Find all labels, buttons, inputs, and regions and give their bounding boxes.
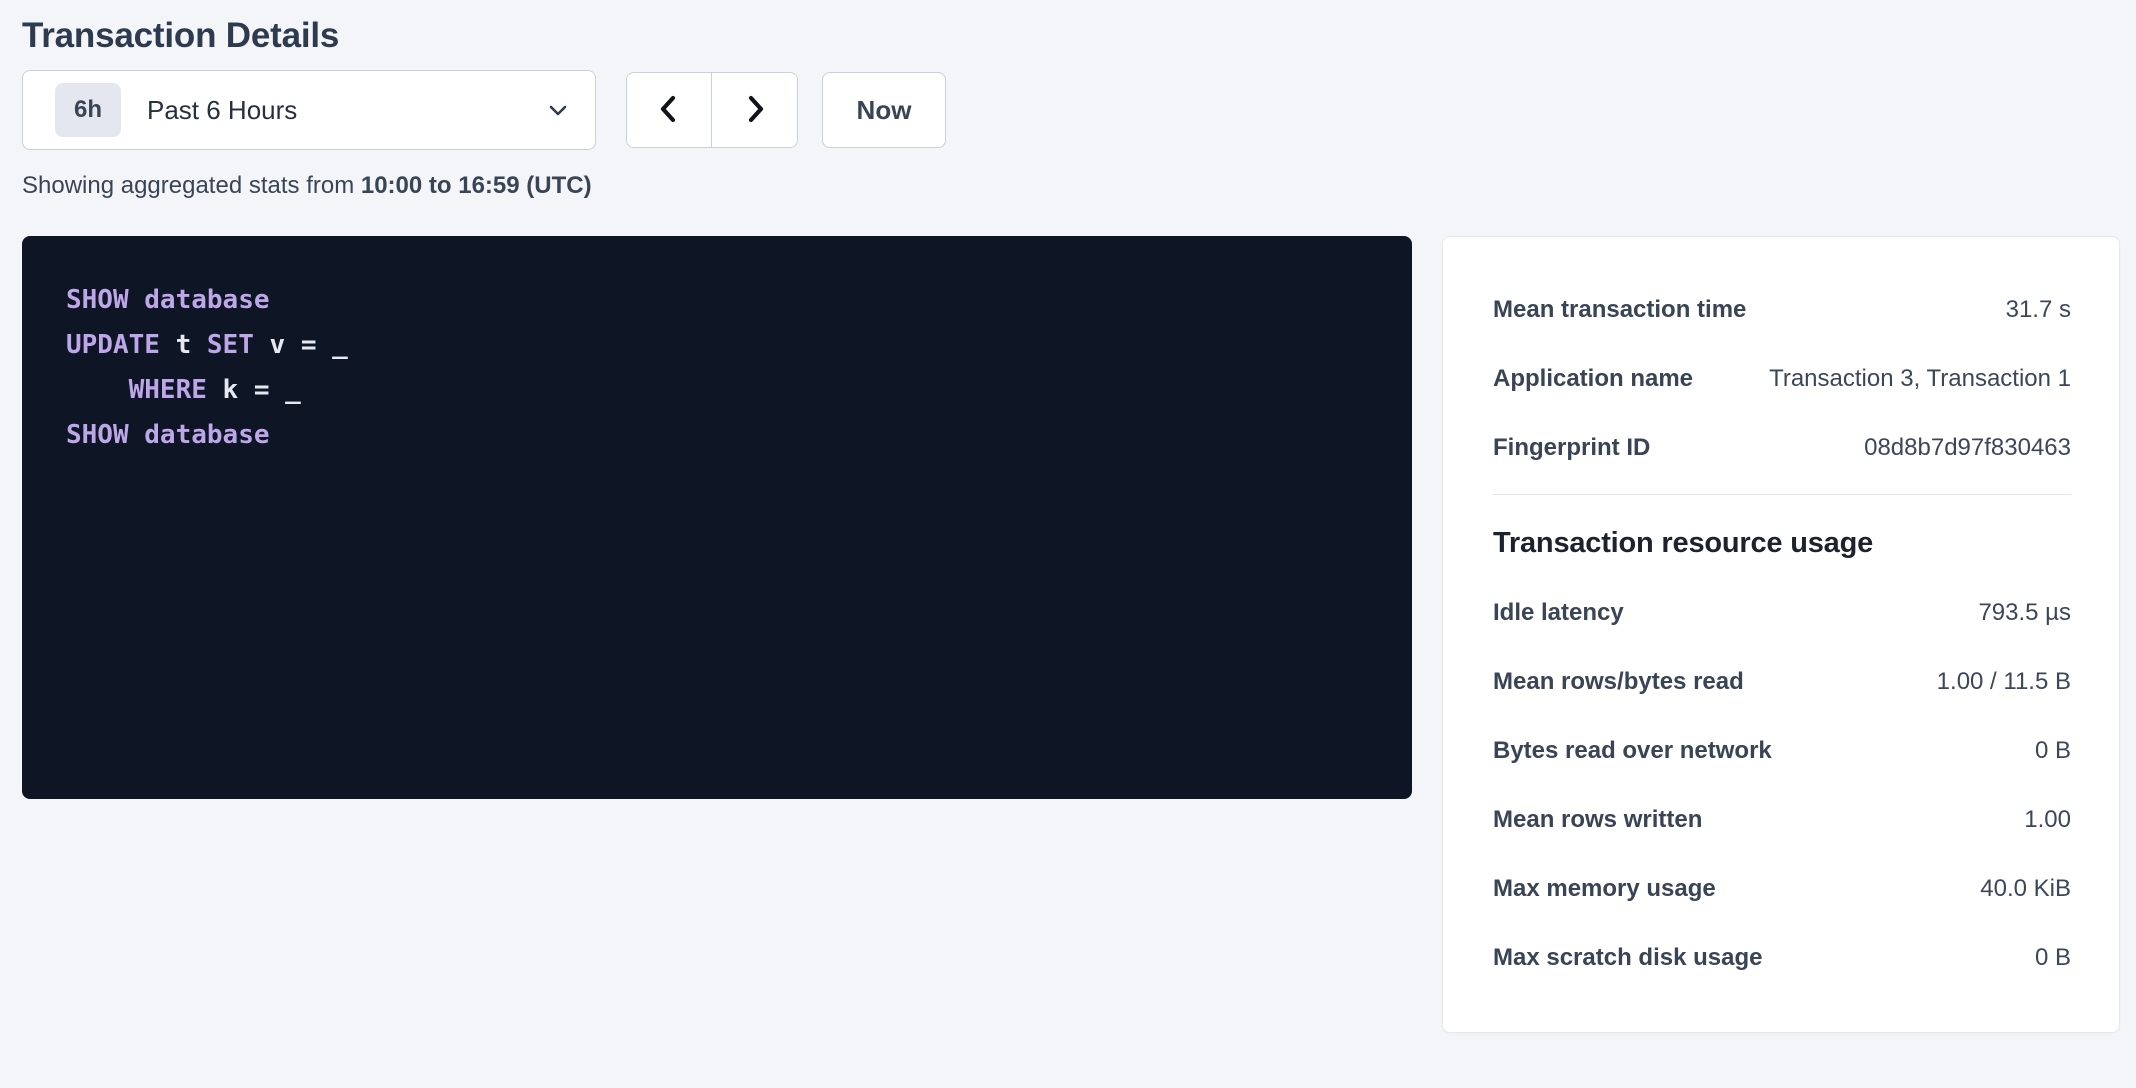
stat-value: 31.7 s: [2006, 296, 2071, 324]
stat-row: Max memory usage 40.0 KiB: [1493, 866, 2071, 911]
stat-value: 793.5 µs: [1978, 599, 2071, 627]
stat-label: Mean rows/bytes read: [1493, 668, 1744, 696]
stat-row: Max scratch disk usage 0 B: [1493, 935, 2071, 980]
stat-value: 0 B: [2035, 944, 2071, 972]
stat-row: Mean rows/bytes read 1.00 / 11.5 B: [1493, 659, 2071, 704]
chevron-left-icon: [654, 92, 684, 129]
stat-row: Application name Transaction 3, Transact…: [1493, 356, 2071, 401]
stat-row: Mean transaction time 31.7 s: [1493, 287, 2071, 332]
prev-time-window-button[interactable]: [627, 73, 712, 147]
stat-row: Fingerprint ID 08d8b7d97f830463: [1493, 425, 2071, 470]
time-range-badge: 6h: [55, 83, 121, 137]
chevron-right-icon: [740, 92, 770, 129]
stat-label: Idle latency: [1493, 599, 1624, 627]
stat-value: 1.00: [2024, 806, 2071, 834]
stat-label: Max scratch disk usage: [1493, 944, 1762, 972]
stat-label: Fingerprint ID: [1493, 434, 1650, 462]
aggregated-stats-range: 10:00 to 16:59 (UTC): [361, 172, 592, 199]
stat-label: Mean transaction time: [1493, 296, 1746, 324]
card-divider: [1493, 494, 2071, 495]
stat-row: Idle latency 793.5 µs: [1493, 590, 2071, 635]
stat-value: 08d8b7d97f830463: [1864, 434, 2071, 462]
transaction-summary-card: Mean transaction time 31.7 s Application…: [1442, 236, 2120, 1033]
aggregated-stats-caption: Showing aggregated stats from 10:00 to 1…: [22, 172, 2114, 200]
stat-row: Bytes read over network 0 B: [1493, 728, 2071, 773]
aggregated-stats-prefix: Showing aggregated stats from: [22, 172, 361, 199]
stat-value: 0 B: [2035, 737, 2071, 765]
stat-value: Transaction 3, Transaction 1: [1769, 365, 2071, 393]
time-range-label: Past 6 Hours: [147, 95, 297, 126]
time-nav-button-group: [626, 72, 798, 148]
stat-label: Bytes read over network: [1493, 737, 1772, 765]
page-title: Transaction Details: [22, 16, 2114, 56]
now-button[interactable]: Now: [822, 72, 946, 148]
stat-label: Mean rows written: [1493, 806, 1702, 834]
time-controls: 6h Past 6 Hours: [22, 70, 2114, 150]
chevron-down-icon: [545, 97, 571, 123]
time-range-dropdown[interactable]: 6h Past 6 Hours: [22, 70, 596, 150]
sql-statement-panel: SHOW databaseUPDATE t SET v = _ WHERE k …: [22, 236, 1412, 799]
stat-label: Max memory usage: [1493, 875, 1716, 903]
next-time-window-button[interactable]: [712, 73, 797, 147]
stat-label: Application name: [1493, 365, 1693, 393]
transaction-details-page: Transaction Details 6h Past 6 Hours: [0, 16, 2136, 1033]
stat-value: 1.00 / 11.5 B: [1937, 668, 2071, 696]
sql-code: SHOW databaseUPDATE t SET v = _ WHERE k …: [66, 278, 1368, 458]
stat-value: 40.0 KiB: [1980, 875, 2071, 903]
resource-usage-heading: Transaction resource usage: [1493, 527, 2071, 560]
main-content: SHOW databaseUPDATE t SET v = _ WHERE k …: [22, 236, 2114, 1033]
stat-row: Mean rows written 1.00: [1493, 797, 2071, 842]
